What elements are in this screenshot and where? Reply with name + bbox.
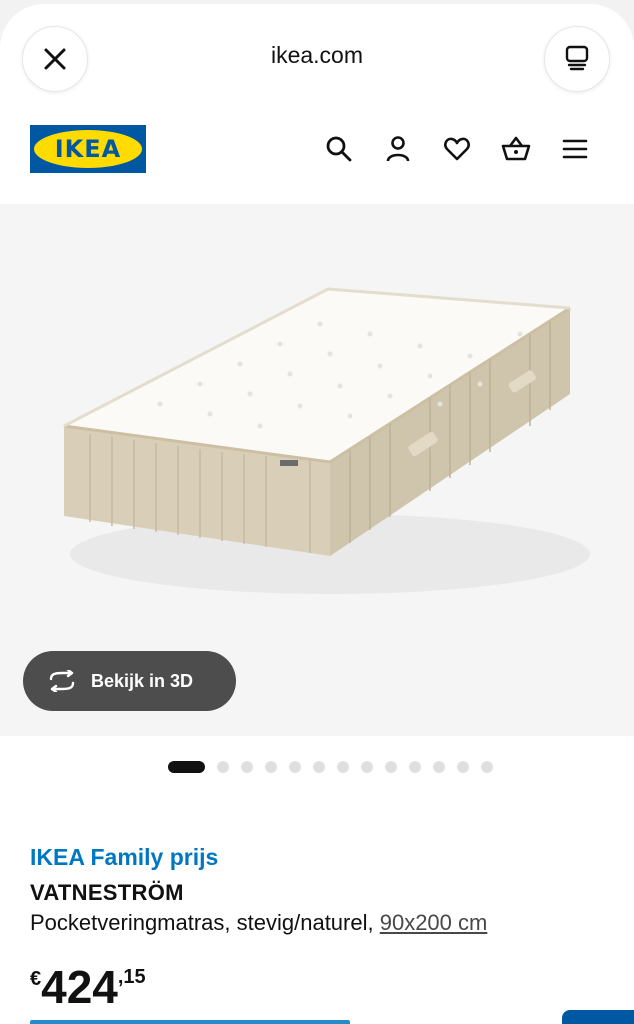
- menu-button[interactable]: [558, 132, 592, 166]
- product-size-link[interactable]: 90x200 cm: [380, 910, 488, 935]
- ikea-logo[interactable]: IKEA: [30, 125, 146, 173]
- product-description-text: Pocketveringmatras, stevig/naturel,: [30, 910, 380, 935]
- search-icon: [326, 136, 352, 162]
- carousel-pagination: [168, 761, 493, 773]
- browser-bar: ikea.com: [0, 4, 634, 114]
- tabs-icon: [565, 45, 589, 71]
- carousel-dot[interactable]: [385, 761, 397, 773]
- cart-icon: [501, 136, 531, 161]
- product-name: VATNESTRÖM: [30, 880, 184, 905]
- favourites-button[interactable]: [440, 132, 474, 166]
- price-currency: €: [30, 968, 42, 990]
- heart-icon: [444, 137, 470, 161]
- carousel-dot[interactable]: [217, 761, 229, 773]
- logo-oval: IKEA: [34, 130, 142, 168]
- carousel-dot[interactable]: [337, 761, 349, 773]
- view-3d-label: Bekijk in 3D: [91, 670, 194, 691]
- add-to-cart-button[interactable]: [562, 1010, 634, 1024]
- carousel-dot[interactable]: [457, 761, 469, 773]
- product-price: € 424 ,15: [30, 962, 146, 1012]
- carousel-dot[interactable]: [313, 761, 325, 773]
- carousel-dot[interactable]: [241, 761, 253, 773]
- logo-text: IKEA: [54, 135, 122, 163]
- account-button[interactable]: [381, 132, 415, 166]
- search-button[interactable]: [322, 132, 356, 166]
- browser-sheet: ikea.com IKEA Bekijk in 3D IKEA Family p…: [0, 4, 634, 1024]
- tabs-button[interactable]: [544, 26, 610, 92]
- family-price-label: IKEA Family prijs: [30, 844, 219, 870]
- carousel-dot[interactable]: [265, 761, 277, 773]
- view-3d-button[interactable]: Bekijk in 3D: [23, 651, 236, 711]
- carousel-dot[interactable]: [361, 761, 373, 773]
- product-image-carousel[interactable]: Bekijk in 3D: [0, 204, 634, 736]
- rotate-3d-icon: [49, 670, 75, 692]
- menu-icon: [562, 139, 588, 159]
- carousel-dot[interactable]: [481, 761, 493, 773]
- price-decimal: ,15: [117, 966, 146, 988]
- family-promo-text-cropped: [30, 1020, 350, 1024]
- carousel-dot[interactable]: [409, 761, 421, 773]
- site-header: IKEA: [0, 114, 634, 204]
- carousel-dot-active[interactable]: [168, 761, 205, 773]
- price-integer: 424: [41, 961, 118, 1013]
- url-label[interactable]: ikea.com: [0, 42, 634, 69]
- user-icon: [386, 136, 410, 162]
- carousel-dot[interactable]: [289, 761, 301, 773]
- product-description: Pocketveringmatras, stevig/naturel, 90x2…: [30, 910, 487, 936]
- carousel-dot[interactable]: [433, 761, 445, 773]
- cart-button[interactable]: [499, 132, 533, 166]
